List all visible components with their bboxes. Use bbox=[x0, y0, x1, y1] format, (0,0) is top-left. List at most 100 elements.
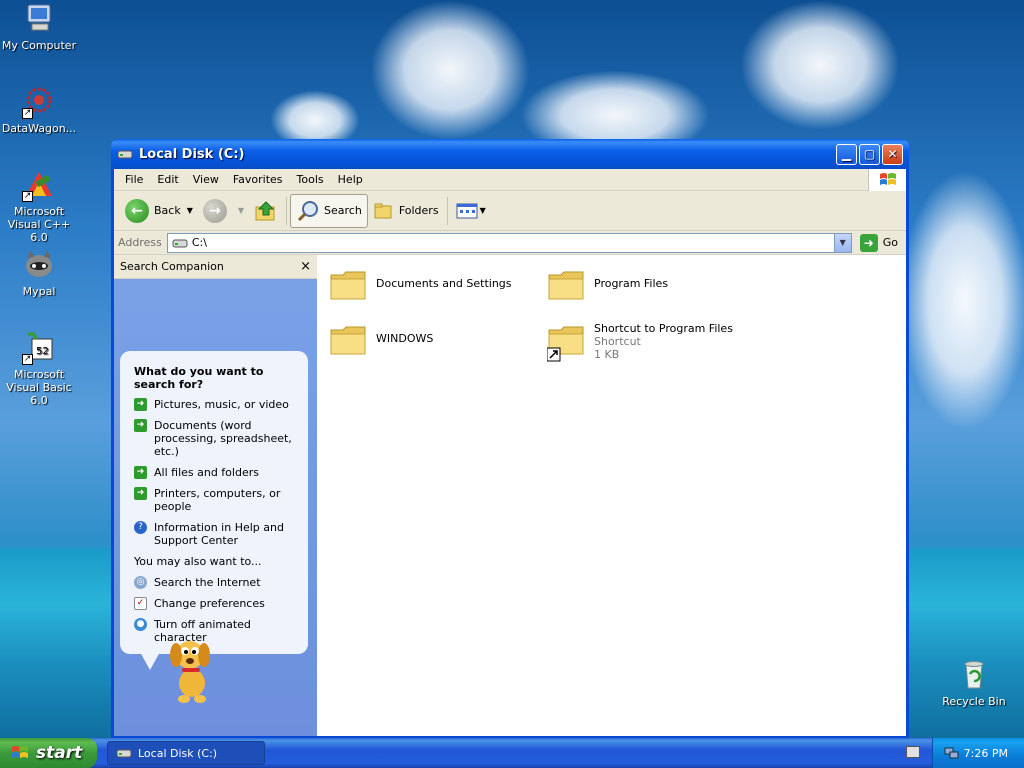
file-item-shortcut-program-files[interactable]: Shortcut to Program Files Shortcut 1 KB bbox=[546, 322, 733, 362]
desktop-icon-label: My Computer bbox=[1, 39, 77, 52]
file-name: Shortcut to Program Files bbox=[594, 322, 733, 335]
cloud bbox=[900, 170, 1024, 430]
close-button[interactable]: ✕ bbox=[882, 143, 903, 165]
clock[interactable]: 7:26 PM bbox=[964, 747, 1008, 760]
taskbar: start Local Disk (C:) 7:26 PM bbox=[0, 738, 1024, 768]
windows-logo-icon bbox=[868, 169, 906, 191]
shortcut-arrow-icon: ↗ bbox=[22, 354, 33, 365]
search-icon bbox=[297, 200, 319, 221]
folder-shortcut-icon bbox=[546, 322, 585, 362]
forward-button[interactable]: → ▼ bbox=[198, 194, 249, 228]
search-companion-header: Search Companion × bbox=[114, 255, 317, 279]
desktop-icon-label: Mypal bbox=[22, 285, 56, 298]
option-label: Documents (word processing, spreadsheet,… bbox=[154, 419, 292, 458]
computer-icon bbox=[22, 2, 56, 36]
file-item-program-files[interactable]: Program Files bbox=[547, 267, 668, 301]
folders-label: Folders bbox=[398, 204, 439, 217]
file-type: Shortcut bbox=[594, 335, 641, 348]
maximize-button[interactable]: ▢ bbox=[859, 143, 880, 165]
desktop-icon-visual-cpp[interactable]: ↗ Microsoft Visual C++ 6.0 bbox=[0, 168, 78, 244]
folder-icon bbox=[547, 267, 585, 301]
go-arrow-icon: ➜ bbox=[859, 233, 878, 252]
menu-help[interactable]: Help bbox=[331, 173, 370, 186]
file-list-pane: Documents and Settings Program Files WIN… bbox=[317, 255, 906, 736]
start-button[interactable]: start bbox=[0, 738, 97, 768]
folders-button[interactable]: Folders bbox=[368, 194, 444, 228]
chevron-down-icon[interactable]: ▼ bbox=[480, 206, 486, 215]
menu-edit[interactable]: Edit bbox=[150, 173, 185, 186]
file-item-documents-and-settings[interactable]: Documents and Settings bbox=[329, 267, 512, 301]
address-label: Address bbox=[118, 236, 162, 249]
visual-cpp-icon: ↗ bbox=[22, 168, 56, 202]
taskbar-item-local-disk[interactable]: Local Disk (C:) bbox=[107, 741, 265, 765]
search-internet-link[interactable]: ◎ Search the Internet bbox=[134, 576, 298, 589]
menu-tools[interactable]: Tools bbox=[290, 173, 331, 186]
search-dog-character-icon[interactable] bbox=[164, 635, 224, 705]
task-label: Local Disk (C:) bbox=[138, 746, 218, 760]
cloud bbox=[740, 0, 900, 130]
toolbar-separator bbox=[286, 196, 288, 225]
window-title: Local Disk (C:) bbox=[139, 146, 245, 162]
search-option-pictures[interactable]: ➜ Pictures, music, or video bbox=[134, 398, 298, 411]
search-option-all-files[interactable]: ➜ All files and folders bbox=[134, 466, 298, 479]
window-body: File Edit View Favorites Tools Help ← Ba… bbox=[114, 169, 906, 736]
chevron-down-icon[interactable]: ▼ bbox=[187, 206, 193, 215]
file-item-windows[interactable]: WINDOWS bbox=[329, 322, 433, 356]
search-companion-pane: Search Companion × What do you want to s… bbox=[114, 255, 317, 736]
drive-icon bbox=[116, 749, 132, 758]
desktop-icon-datawagon[interactable]: ↗ DataWagon... bbox=[0, 85, 78, 135]
close-icon: ✕ bbox=[887, 147, 898, 161]
search-option-printers[interactable]: ➜ Printers, computers, or people bbox=[134, 487, 298, 513]
change-preferences-link[interactable]: ✓ Change preferences bbox=[134, 597, 298, 610]
checklist-icon: ✓ bbox=[134, 597, 147, 610]
keyboard-icon[interactable] bbox=[906, 746, 920, 758]
desktop-icon-label: Microsoft Visual C++ 6.0 bbox=[7, 205, 71, 244]
search-question: What do you want to search for? bbox=[134, 365, 264, 391]
menu-favorites[interactable]: Favorites bbox=[226, 173, 290, 186]
desktop-icon-label: Microsoft Visual Basic 6.0 bbox=[6, 368, 72, 407]
search-options-bubble: What do you want to search for? ➜ Picture… bbox=[120, 351, 308, 670]
system-tray: 7:26 PM bbox=[932, 738, 1024, 768]
green-arrow-icon: ➜ bbox=[134, 466, 147, 479]
desktop-icon-my-computer[interactable]: My Computer bbox=[0, 2, 78, 52]
green-arrow-icon: ➜ bbox=[134, 398, 147, 411]
drive-icon bbox=[117, 150, 133, 159]
search-option-help[interactable]: ? Information in Help and Support Center bbox=[134, 521, 298, 547]
up-button[interactable] bbox=[249, 194, 283, 228]
desktop-icon-visual-basic[interactable]: 52 ↗ Microsoft Visual Basic 6.0 bbox=[0, 331, 78, 407]
search-button[interactable]: Search bbox=[290, 193, 368, 228]
folders-icon bbox=[374, 203, 392, 218]
back-button[interactable]: ← Back ▼ bbox=[120, 194, 198, 228]
address-input[interactable]: C:\ ▼ bbox=[166, 232, 852, 253]
shortcut-arrow-icon: ↗ bbox=[22, 191, 33, 202]
address-dropdown-button[interactable]: ▼ bbox=[833, 233, 851, 252]
search-label: Search bbox=[324, 204, 362, 217]
views-button[interactable]: ▼ bbox=[451, 194, 491, 228]
maximize-icon: ▢ bbox=[863, 147, 876, 161]
search-option-documents[interactable]: ➜ Documents (word processing, spreadsheet… bbox=[134, 419, 298, 458]
menu-view[interactable]: View bbox=[186, 173, 226, 186]
shortcut-arrow-icon: ↗ bbox=[22, 108, 33, 119]
folder-up-icon bbox=[255, 200, 275, 220]
minimize-button[interactable]: ▁ bbox=[836, 143, 857, 165]
window-main: Search Companion × What do you want to s… bbox=[114, 255, 906, 736]
globe-icon: ● bbox=[134, 618, 147, 631]
go-button[interactable]: ➜ Go bbox=[856, 233, 902, 252]
windows-flag-icon bbox=[12, 746, 28, 758]
desktop-icon-mypal[interactable]: Mypal bbox=[0, 248, 78, 298]
chevron-down-icon[interactable]: ▼ bbox=[238, 206, 244, 215]
option-label: Printers, computers, or people bbox=[154, 487, 281, 513]
option-label: Change preferences bbox=[154, 597, 265, 610]
network-icon[interactable] bbox=[943, 746, 959, 760]
folder-icon bbox=[329, 267, 367, 301]
explorer-window: Local Disk (C:) ▁ ▢ ✕ File Edit View Fav… bbox=[111, 139, 909, 739]
toolbar-separator bbox=[446, 196, 448, 225]
search-companion-title: Search Companion bbox=[120, 260, 224, 273]
title-bar[interactable]: Local Disk (C:) ▁ ▢ ✕ bbox=[111, 139, 909, 169]
close-pane-button[interactable]: × bbox=[300, 259, 311, 274]
drive-icon bbox=[172, 239, 188, 247]
file-name: Program Files bbox=[594, 277, 669, 290]
menu-file[interactable]: File bbox=[118, 173, 150, 186]
option-label: Pictures, music, or video bbox=[154, 398, 289, 411]
desktop-icon-recycle-bin[interactable]: Recycle Bin bbox=[935, 658, 1013, 708]
